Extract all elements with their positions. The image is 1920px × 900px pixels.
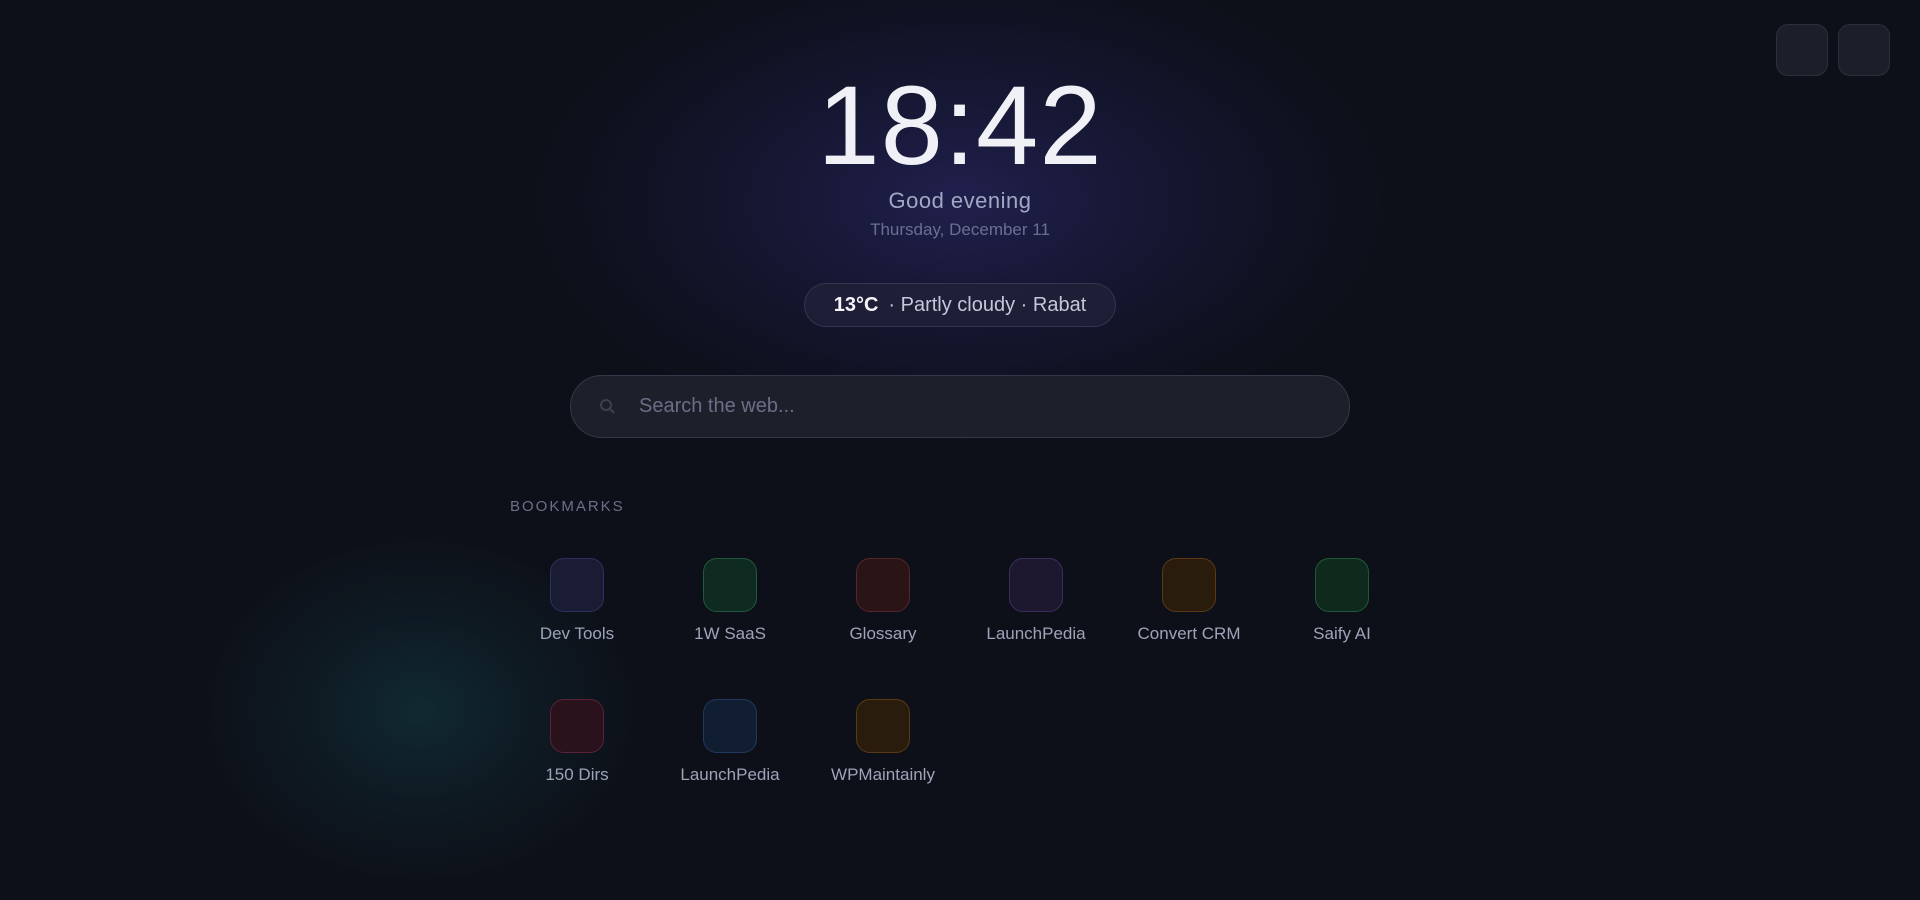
bookmark-item[interactable]: Convert CRM [1114, 558, 1264, 644]
bookmark-tile [856, 699, 910, 753]
bookmark-tile [856, 558, 910, 612]
bookmark-label: LaunchPedia [986, 624, 1086, 643]
bookmark-tile [703, 699, 757, 753]
greeting: Good evening [888, 188, 1032, 213]
bookmark-label: 150 Dirs [545, 765, 609, 784]
bookmark-item[interactable]: Dev Tools [502, 558, 652, 644]
bookmark-label: Saify AI [1313, 624, 1371, 643]
date: Thursday, December 11 [870, 220, 1050, 239]
bookmark-tile [550, 699, 604, 753]
weather-widget[interactable]: 13°C · Partly cloudy · Rabat [804, 283, 1116, 327]
bookmark-tile [1009, 558, 1063, 612]
bookmark-item[interactable]: 1W SaaS [655, 558, 805, 644]
new-tab-page: 18:42 Good evening Thursday, December 11… [0, 0, 1920, 900]
bookmark-item[interactable]: 150 Dirs [502, 699, 652, 785]
bookmark-label: Glossary [849, 624, 917, 643]
search-input[interactable] [637, 394, 1321, 419]
bookmark-item[interactable]: LaunchPedia [961, 558, 1111, 644]
bookmark-tile [1162, 558, 1216, 612]
bookmark-label: LaunchPedia [680, 765, 780, 784]
search-bar [570, 375, 1350, 438]
bookmark-label: 1W SaaS [694, 624, 766, 643]
weather-temperature: 13°C [833, 293, 879, 316]
bookmark-tile [550, 558, 604, 612]
weather-condition: · Partly cloudy · Rabat [888, 293, 1087, 316]
bookmark-item[interactable]: Glossary [808, 558, 958, 644]
bookmark-label: WPMaintainly [831, 765, 935, 784]
bookmark-tile [703, 558, 757, 612]
bookmarks-heading: BOOKMARKS [510, 498, 625, 515]
bookmark-item[interactable]: WPMaintainly [808, 699, 958, 785]
bookmark-item[interactable]: Saify AI [1267, 558, 1417, 644]
bookmark-label: Dev Tools [539, 624, 615, 643]
bookmark-label: Convert CRM [1137, 624, 1241, 643]
bookmark-item[interactable]: LaunchPedia [655, 699, 805, 785]
search-icon [599, 398, 615, 414]
bookmark-tile [1315, 558, 1369, 612]
clock: 18:42 [817, 63, 1103, 188]
